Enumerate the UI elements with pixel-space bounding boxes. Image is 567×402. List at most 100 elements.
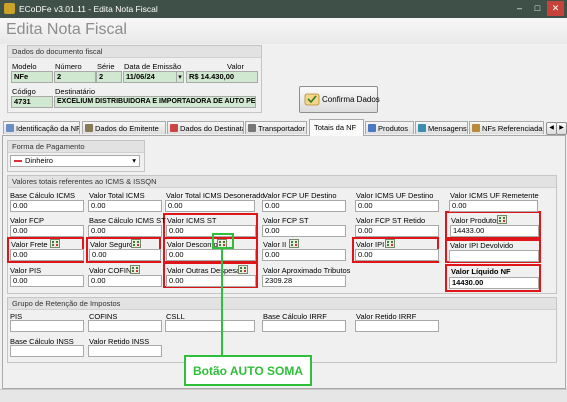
valor-icms-st-field[interactable]: 0.00 [166, 225, 256, 237]
auto-soma-calculator-icon[interactable] [131, 239, 141, 248]
valor-retido-inss-field[interactable] [88, 345, 162, 357]
close-button[interactable]: ✕ [547, 1, 564, 16]
tab-scroll-right-icon[interactable]: ▶ [556, 122, 567, 135]
status-bar [0, 389, 567, 402]
valor-fcp-uf-destino-field[interactable]: 0.00 [262, 200, 346, 212]
valor-pis-field[interactable]: 0.00 [10, 275, 84, 287]
valor-fcp-uf-destino-label: Valor FCP UF Destino [263, 191, 337, 200]
valor-cofins-field[interactable]: 0.00 [88, 275, 162, 287]
serie-label: Série [97, 62, 115, 71]
tab-label: Transportador [258, 124, 305, 133]
tab-nfs-referenciadas[interactable]: NFs Referenciadas [469, 121, 544, 134]
valor-fcp-st-label: Valor FCP ST [263, 216, 309, 225]
auto-soma-calculator-icon[interactable] [238, 265, 248, 274]
valor-fcp-st-retido-label: Valor FCP ST Retido [356, 216, 426, 225]
codigo-field[interactable]: 4731 [11, 96, 53, 108]
serie-field[interactable]: 2 [96, 71, 122, 83]
modelo-label: Modelo [12, 62, 37, 71]
auto-soma-calculator-icon[interactable] [497, 215, 507, 224]
tab-mensagens[interactable]: Mensagens [415, 121, 468, 134]
valor-frete-label: Valor Frete [11, 240, 48, 249]
payment-color-icon [14, 160, 22, 162]
valor-icms-st-label: Valor ICMS ST [167, 216, 217, 225]
numero-field[interactable]: 2 [54, 71, 96, 83]
valor-field[interactable]: R$ 14.430,00 [186, 71, 258, 83]
tab-label: Identificação da NF [16, 124, 80, 133]
cofins-field[interactable] [88, 320, 162, 332]
valor-retido-irrf-field[interactable] [355, 320, 439, 332]
annotation-connector-line [221, 249, 223, 355]
valor-outras-despesas-label: Valor Outras Despesas [167, 266, 244, 275]
valor-fcp-field[interactable]: 0.00 [10, 225, 84, 237]
valor-fcp-st-retido-field[interactable]: 0.00 [355, 225, 439, 237]
valor-outras-despesas-field[interactable]: 0.00 [166, 275, 256, 287]
destinatario-field[interactable]: EXCELIUM DISTRIBUIDORA E IMPORTADORA DE … [54, 96, 256, 108]
data-emissao-field[interactable]: 11/06/24 [123, 71, 177, 83]
valor-produtos-label: Valor Produtos [451, 216, 501, 225]
base-calculo-inss-field[interactable] [10, 345, 84, 357]
valor-ipi-devolvido-field[interactable] [449, 250, 539, 262]
base-calculo-irrf-field[interactable] [262, 320, 346, 332]
document-group-title: Dados do documento fiscal [8, 46, 261, 58]
tab-label: Dados do Emitente [95, 124, 159, 133]
tab-dados-emitente[interactable]: Dados do Emitente [82, 121, 166, 134]
valor-ipi-devolvido-label: Valor IPI Devolvido [450, 241, 514, 250]
date-dropdown-icon[interactable]: ▾ [176, 71, 184, 83]
tab-transportador[interactable]: Transportador [245, 121, 307, 134]
valor-seguro-field[interactable]: 0.00 [89, 249, 161, 261]
data-emissao-label: Data de Emissão [124, 62, 182, 71]
modelo-field[interactable]: NFe [11, 71, 53, 83]
valor-desconto-field[interactable]: 0.00 [166, 249, 256, 261]
payment-select[interactable]: Dinheiro ▾ [10, 155, 140, 167]
valor-total-icms-desonerado-label: Valor Total ICMS Desonerado [166, 191, 265, 200]
annotation-label: Botão AUTO SOMA [193, 364, 303, 378]
auto-soma-calculator-icon[interactable] [289, 239, 299, 248]
valor-frete-field[interactable]: 0.00 [10, 249, 84, 261]
base-calculo-icms-field[interactable]: 0.00 [10, 200, 84, 212]
maximize-button[interactable]: □ [529, 1, 546, 16]
valor-liquido-nf-label: Valor Líquido NF [451, 267, 511, 276]
valor-produtos-field[interactable]: 14433.00 [450, 225, 539, 237]
valor-seguro-label: Valor Seguro [90, 240, 134, 249]
auto-soma-calculator-icon[interactable] [385, 239, 395, 248]
valor-liquido-nf-field[interactable]: 14430.00 [449, 277, 539, 289]
valor-icms-uf-destino-field[interactable]: 0.00 [355, 200, 439, 212]
tab-label: Produtos [378, 124, 409, 133]
destinatario-label: Destinatário [55, 87, 96, 96]
tab-label: NFs Referenciadas [482, 124, 544, 133]
minimize-button[interactable]: – [511, 1, 528, 16]
tab-produtos[interactable]: Produtos [365, 121, 414, 134]
base-calculo-icms-label: Base Cálculo ICMS [10, 191, 76, 200]
auto-soma-calculator-icon[interactable] [130, 265, 140, 274]
tab-label: Dados do Destinatário [180, 124, 243, 133]
base-calculo-icms-st-field[interactable]: 0.00 [88, 225, 162, 237]
message-icon [418, 124, 426, 132]
valor-fcp-st-field[interactable]: 0.00 [262, 225, 346, 237]
document-icon [6, 124, 14, 132]
pis-field[interactable] [10, 320, 84, 332]
valor-total-icms-label: Valor Total ICMS [89, 191, 145, 200]
valor-aproximado-tributos-field[interactable]: 2309.28 [262, 275, 346, 287]
truck-icon [248, 124, 256, 132]
building-icon [85, 124, 93, 132]
valor-total-icms-field[interactable]: 0.00 [88, 200, 162, 212]
tab-dados-destinatario[interactable]: Dados do Destinatário [167, 121, 244, 134]
valor-ii-field[interactable]: 0.00 [262, 249, 346, 261]
valor-ipi-field[interactable]: 0.00 [355, 249, 439, 261]
tab-totais-nf[interactable]: Totais da NF [309, 119, 364, 136]
payment-selected: Dinheiro [25, 156, 53, 165]
valor-total-icms-desonerado-field[interactable]: 0.00 [165, 200, 255, 212]
page-title: Edita Nota Fiscal [6, 21, 127, 38]
numero-label: Número [55, 62, 82, 71]
valor-icms-uf-remetente-label: Valor ICMS UF Remetente [450, 191, 539, 200]
auto-soma-calculator-icon[interactable] [50, 239, 60, 248]
tab-identificacao[interactable]: Identificação da NF [3, 121, 80, 134]
app-icon [4, 3, 15, 14]
valor-ipi-label: Valor IPI [356, 240, 385, 249]
annotation-callout: Botão AUTO SOMA [184, 355, 312, 386]
tab-label: Totais da NF [314, 123, 357, 132]
csll-field[interactable] [165, 320, 255, 332]
icms-group-title: Valores totais referentes ao ICMS & ISSQ… [8, 176, 556, 188]
confirma-dados-button[interactable]: Confirma Dados [299, 86, 380, 113]
valor-icms-uf-remetente-field[interactable]: 0.00 [449, 200, 538, 212]
